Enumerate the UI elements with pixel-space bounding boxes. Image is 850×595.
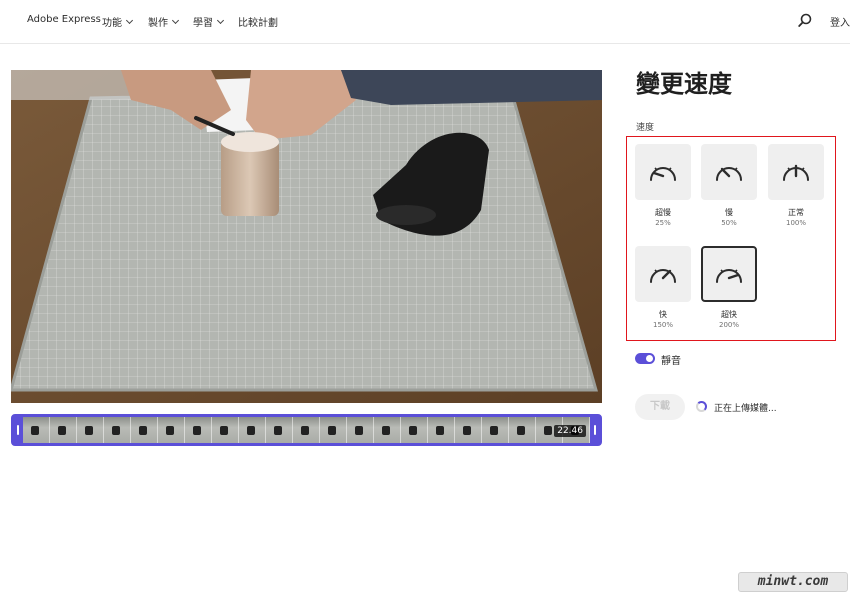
- duration-badge: 22.46: [554, 425, 586, 437]
- speed-option-slow[interactable]: [701, 144, 757, 200]
- speed-option-value: 100%: [785, 219, 806, 227]
- timeline-frame: [293, 417, 320, 443]
- speed-option-value: 150%: [652, 321, 673, 329]
- timeline-frame: [374, 417, 401, 443]
- loading-spinner-icon: [696, 401, 707, 412]
- nav-item-label: 製作: [148, 18, 168, 29]
- timeline-frame: [401, 417, 428, 443]
- speed-option-value: 50%: [721, 219, 737, 227]
- timeline-frame: [509, 417, 536, 443]
- sign-in-link[interactable]: 登入: [830, 14, 850, 29]
- timeline-frame: [185, 417, 212, 443]
- gauge-very-fast-icon: [716, 269, 742, 283]
- speed-option-label: 超慢: [655, 208, 671, 217]
- speed-option-very-slow[interactable]: [635, 144, 691, 200]
- top-nav: Adobe Express 功能 製作 學習 比較計劃 登入: [0, 0, 850, 44]
- speed-section-label: 速度: [636, 123, 655, 133]
- chevron-down-icon: [171, 16, 180, 24]
- speed-option-label: 快: [659, 310, 667, 319]
- site-watermark: minwt.com: [738, 572, 848, 592]
- timeline-frame: [347, 417, 374, 443]
- mute-toggle[interactable]: [635, 353, 655, 364]
- nav-item-label: 比較計劃: [238, 18, 278, 29]
- gauge-slow-icon: [716, 167, 742, 181]
- nav-item-learn[interactable]: 學習: [193, 14, 225, 29]
- speed-option-fast[interactable]: [635, 246, 691, 302]
- gauge-very-slow-icon: [650, 167, 676, 181]
- timeline-frame: [212, 417, 239, 443]
- nav-item-compare-plans[interactable]: 比較計劃: [238, 14, 278, 29]
- video-frame-image: [11, 70, 602, 403]
- trim-handle-end[interactable]: [590, 416, 600, 444]
- page-title: 變更速度: [636, 70, 732, 98]
- nav-item-create[interactable]: 製作: [148, 14, 180, 29]
- upload-status-text: 正在上傳媒體...: [714, 404, 777, 414]
- timeline-frame: [239, 417, 266, 443]
- gauge-normal-icon: [783, 164, 809, 181]
- download-button[interactable]: 下載: [635, 394, 685, 420]
- nav-item-label: 功能: [102, 18, 122, 29]
- video-preview[interactable]: [11, 70, 602, 403]
- timeline-thumbnails: [23, 417, 590, 443]
- timeline-frame: [455, 417, 482, 443]
- trim-handle-start[interactable]: [13, 416, 23, 444]
- timeline-frame: [50, 417, 77, 443]
- speed-option-normal[interactable]: [768, 144, 824, 200]
- timeline-frame: [266, 417, 293, 443]
- speed-option-label: 慢: [725, 208, 733, 217]
- timeline-frame: [77, 417, 104, 443]
- timeline-frame: [158, 417, 185, 443]
- timeline-frame: [23, 417, 50, 443]
- video-timeline[interactable]: 22.46: [11, 414, 602, 446]
- mute-label: 靜音: [661, 356, 681, 367]
- nav-item-features[interactable]: 功能: [102, 14, 134, 29]
- speed-option-very-fast[interactable]: [701, 246, 757, 302]
- brand-logo-text[interactable]: Adobe Express: [27, 14, 101, 25]
- search-icon[interactable]: [798, 13, 812, 27]
- nav-item-label: 學習: [193, 18, 213, 29]
- speed-option-label: 正常: [788, 208, 804, 217]
- timeline-frame: [131, 417, 158, 443]
- speed-option-value: 200%: [718, 321, 739, 329]
- timeline-frame: [104, 417, 131, 443]
- timeline-frame: [320, 417, 347, 443]
- speed-option-label: 超快: [721, 310, 737, 319]
- speed-option-value: 25%: [655, 219, 671, 227]
- chevron-down-icon: [125, 16, 134, 24]
- timeline-frame: [428, 417, 455, 443]
- timeline-frame: [482, 417, 509, 443]
- chevron-down-icon: [216, 16, 225, 24]
- gauge-fast-icon: [650, 269, 676, 283]
